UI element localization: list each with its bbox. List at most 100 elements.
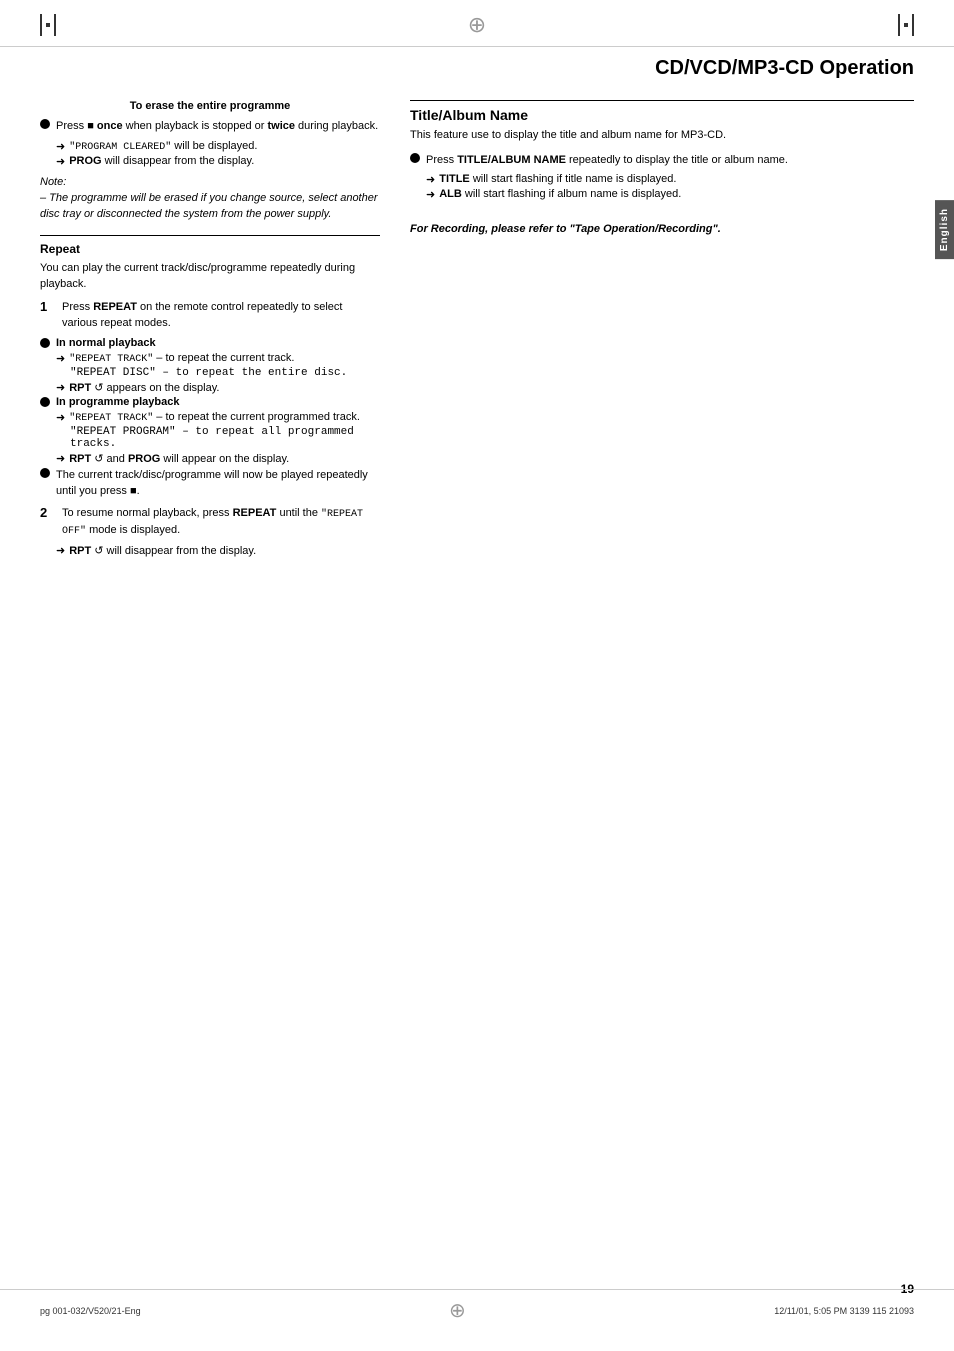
prog-arrow-2: ➜ RPT ↺ and PROG will appear on the disp…	[40, 452, 380, 465]
footer-right: 12/11/01, 5:05 PM 3139 115 21093	[774, 1306, 914, 1316]
repeat-item-2-content: To resume normal playback, press REPEAT …	[62, 505, 380, 541]
erase-title: To erase the entire programme	[40, 100, 380, 112]
normal-arrow-1: ➜ "REPEAT TRACK" – to repeat the current…	[40, 352, 380, 365]
left-strip-container	[40, 14, 56, 36]
current-track-content: The current track/disc/programme will no…	[56, 467, 380, 502]
title-album-name-bold: TITLE/ALBUM NAME	[457, 154, 566, 166]
title-album-section: Title/Album Name This feature use to dis…	[410, 100, 914, 201]
arrow-icon-p1: ➜	[56, 411, 65, 424]
title-intro: This feature use to display the title an…	[410, 127, 914, 144]
title-bullet-1-text: Press TITLE/ALBUM NAME repeatedly to dis…	[426, 152, 914, 169]
repeat-item-1: 1 Press REPEAT on the remote control rep…	[40, 299, 380, 334]
repeat-bold-1: REPEAT	[93, 301, 137, 313]
erase-bullet-1-text: Press ■ once when playback is stopped or…	[56, 118, 380, 135]
prog-bold: PROG	[69, 155, 101, 167]
prog-bold-2: PROG	[128, 453, 160, 465]
normal-arrow-2-text: RPT ↺ appears on the display.	[69, 381, 219, 394]
right-border	[54, 14, 56, 36]
arrow-icon-n2: ➜	[56, 381, 65, 394]
bullet-dot-title	[410, 153, 420, 163]
main-content: CD/VCD/MP3-CD Operation To erase the ent…	[0, 47, 954, 579]
erase-bullet-1-content: Press ■ once when playback is stopped or…	[56, 118, 380, 137]
compass-icon-left: ⊕	[468, 12, 486, 38]
repeat-item-1-text: Press REPEAT on the remote control repea…	[62, 299, 380, 332]
recording-note-text: For Recording, please refer to "Tape Ope…	[410, 223, 721, 235]
arrow-icon-t2: ➜	[426, 188, 435, 201]
bullet-dot-current	[40, 468, 50, 478]
repeat-item-1-content: Press REPEAT on the remote control repea…	[62, 299, 380, 334]
erase-bullet-1: Press ■ once when playback is stopped or…	[40, 118, 380, 137]
right-strip-container	[898, 14, 914, 36]
page-title: CD/VCD/MP3-CD Operation	[40, 57, 914, 84]
item-number-2: 2	[40, 505, 54, 520]
right-left-border	[898, 14, 900, 36]
left-border	[40, 14, 42, 36]
alb-bold: ALB	[439, 188, 462, 200]
two-column-layout: To erase the entire programme Press ■ on…	[40, 100, 914, 559]
left-color-strip	[46, 23, 50, 27]
repeat-item-2-arrow: ➜ RPT ↺ will disappear from the display.	[40, 544, 380, 557]
repeat-item-2: 2 To resume normal playback, press REPEA…	[40, 505, 380, 541]
repeat-item-2-arrow-text: RPT ↺ will disappear from the display.	[69, 544, 256, 557]
title-bullet-1: Press TITLE/ALBUM NAME repeatedly to dis…	[410, 152, 914, 171]
erase-arrow-2: ➜ PROG will disappear from the display.	[40, 155, 380, 168]
title-album-title: Title/Album Name	[410, 107, 914, 123]
current-track-bullet: The current track/disc/programme will no…	[40, 467, 380, 502]
title-arrow-2: ➜ ALB will start flashing if album name …	[410, 188, 914, 201]
right-right-border	[912, 14, 914, 36]
normal-arrow-2: ➜ RPT ↺ appears on the display.	[40, 381, 380, 394]
bottom-bar: pg 001-032/V520/21-Eng ⊕ 12/11/01, 5:05 …	[0, 1289, 954, 1331]
normal-playback-bullet: In normal playback	[40, 337, 380, 349]
arrow-icon-2: ➜	[56, 155, 65, 168]
left-column: To erase the entire programme Press ■ on…	[40, 100, 380, 559]
normal-disc-text: "REPEAT DISC" – to repeat the entire dis…	[40, 367, 380, 379]
note-label: Note:	[40, 176, 380, 188]
repeat-track-mono: "REPEAT TRACK"	[69, 354, 153, 365]
stop-bold: ■ once	[87, 120, 122, 132]
prog-playback-content: In programme playback	[56, 396, 380, 408]
twice-bold: twice	[267, 120, 295, 132]
bullet-dot-prog	[40, 397, 50, 407]
repeat-bold-2: REPEAT	[233, 507, 277, 519]
repeat-intro: You can play the current track/disc/prog…	[40, 260, 380, 293]
note-section: Note: – The programme will be erased if …	[40, 176, 380, 223]
rpt-bold-2: RPT	[69, 453, 91, 465]
normal-playback-title: In normal playback	[56, 337, 156, 349]
compass-icon-bottom: ⊕	[449, 1298, 466, 1323]
rpt-bold-1: RPT	[69, 382, 91, 394]
title-bullet-1-content: Press TITLE/ALBUM NAME repeatedly to dis…	[426, 152, 914, 171]
normal-arrow-1-text: "REPEAT TRACK" – to repeat the current t…	[69, 352, 294, 365]
erase-section: To erase the entire programme Press ■ on…	[40, 100, 380, 223]
right-column: Title/Album Name This feature use to dis…	[400, 100, 914, 559]
repeat-section: Repeat You can play the current track/di…	[40, 235, 380, 557]
arrow-icon-1: ➜	[56, 140, 65, 153]
bullet-dot-normal	[40, 338, 50, 348]
repeat-program-text: "REPEAT PROGRAM" – to repeat all program…	[40, 426, 380, 450]
arrow-icon-r2: ➜	[56, 544, 65, 557]
repeat-title: Repeat	[40, 235, 380, 256]
erase-arrow-2-text: PROG will disappear from the display.	[69, 155, 254, 167]
prog-arrow-1-text: "REPEAT TRACK" – to repeat the current p…	[69, 411, 360, 424]
rpt-bold-3: RPT	[69, 545, 91, 557]
title-arrow-1: ➜ TITLE will start flashing if title nam…	[410, 173, 914, 186]
bullet-dot-1	[40, 119, 50, 129]
note-text: – The programme will be erased if you ch…	[40, 190, 380, 223]
repeat-off-mono: "REPEAT OFF"	[62, 509, 363, 537]
footer-left: pg 001-032/V520/21-Eng	[40, 1306, 141, 1316]
arrow-icon-p2: ➜	[56, 452, 65, 465]
item-number-1: 1	[40, 299, 54, 314]
erase-arrow-1: ➜ "PROGRAM CLEARED" will be displayed.	[40, 140, 380, 153]
program-cleared-mono: "PROGRAM CLEARED"	[69, 142, 171, 153]
english-tab: English	[935, 200, 954, 259]
arrow-icon-n1: ➜	[56, 352, 65, 365]
top-bar: ⊕	[0, 0, 954, 47]
prog-arrow-1: ➜ "REPEAT TRACK" – to repeat the current…	[40, 411, 380, 424]
repeat-item-2-text: To resume normal playback, press REPEAT …	[62, 505, 380, 539]
title-arrow-2-text: ALB will start flashing if album name is…	[439, 188, 681, 200]
title-arrow-1-text: TITLE will start flashing if title name …	[439, 173, 676, 185]
erase-arrow-1-text: "PROGRAM CLEARED" will be displayed.	[69, 140, 257, 153]
arrow-icon-t1: ➜	[426, 173, 435, 186]
prog-playback-bullet: In programme playback	[40, 396, 380, 408]
prog-playback-title: In programme playback	[56, 396, 180, 408]
recording-note: For Recording, please refer to "Tape Ope…	[410, 221, 914, 238]
